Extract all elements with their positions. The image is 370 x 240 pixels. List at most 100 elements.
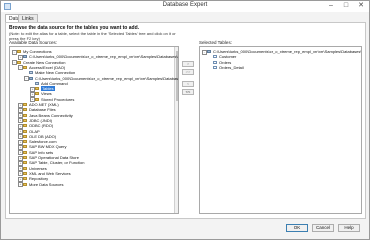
tree-item[interactable]: Orders_Detail xyxy=(208,65,358,70)
folder-icon xyxy=(23,145,27,149)
tree-item[interactable]: + OLAP xyxy=(18,129,168,134)
tree-item[interactable]: + ODBC (RDO) xyxy=(18,123,168,129)
table-icon xyxy=(213,60,217,64)
db-icon xyxy=(207,50,211,53)
folder-icon xyxy=(17,60,21,64)
folder-icon xyxy=(23,113,27,117)
add-table-button[interactable]: > xyxy=(182,61,194,67)
folder-icon xyxy=(23,182,27,186)
tree-item-label: Customer xyxy=(219,54,237,60)
folder-icon xyxy=(23,171,27,175)
folder-icon xyxy=(23,177,27,181)
data-tab-panel: Browse the data source for the tables yo… xyxy=(5,22,366,219)
folder-icon xyxy=(23,124,27,128)
available-tree-scrollbar[interactable] xyxy=(174,47,178,213)
close-icon[interactable]: ✕ xyxy=(354,1,368,11)
folder-icon xyxy=(17,50,21,53)
tree-item[interactable]: + XML and Web Services xyxy=(18,170,168,177)
tree-item[interactable]: + Salesforce.com xyxy=(18,139,168,145)
tree-item-label: Make New Connection xyxy=(35,70,76,76)
tree-item[interactable]: − C:\Users\turks_000\Documents\cr_o_xtrem… xyxy=(202,49,361,55)
folder-icon xyxy=(35,92,39,96)
cmd-icon xyxy=(35,81,39,85)
tree-item[interactable]: Customer xyxy=(208,54,358,59)
tree-item-label: C:\Users\turks_000\Documents\cr_o_xtreme… xyxy=(29,54,179,60)
tree-item[interactable]: + Repository xyxy=(18,176,168,182)
cmd-icon xyxy=(29,71,33,75)
tree-item[interactable]: + OLE DB (ADO) xyxy=(18,133,168,140)
tree-item-label: SAP Table, Cluster, or Function xyxy=(29,160,85,166)
folder-icon xyxy=(23,166,27,170)
tree-item[interactable]: Orders xyxy=(208,60,358,65)
folder-icon xyxy=(23,140,27,144)
tree-item[interactable]: + C:\Users\turks_000\Documents\cr_o_xtrem… xyxy=(18,54,178,60)
tree-item[interactable]: + Java Beans Connectivity xyxy=(18,112,168,119)
tree-item[interactable]: − C:\Users\turks_000\Documents\cr_o_xtrem… xyxy=(24,76,178,81)
tree-item[interactable]: + Stored Procedures xyxy=(30,96,178,103)
tree-item[interactable]: − Access/Excel (DAO) xyxy=(18,64,168,71)
tree-item-label: Access/Excel (DAO) xyxy=(29,64,66,70)
selected-tables-tree[interactable]: − C:\Users\turks_000\Documents\cr_o_xtrem… xyxy=(199,46,362,214)
tree-item-label: Orders_Detail xyxy=(219,64,244,70)
tree-item-label: C:\Users\turks_000\Documents\cr_o_xtreme… xyxy=(35,75,179,81)
folder-icon xyxy=(23,103,27,106)
tree-item-label: Stored Procedures xyxy=(41,96,75,102)
tree-item[interactable]: − Create New Connection xyxy=(12,60,162,66)
folder-icon xyxy=(23,134,27,138)
tree-item[interactable]: + SAP Operational Data Store xyxy=(18,155,168,161)
tree-item-label: Salesforce.com xyxy=(29,139,57,145)
tree-item-label: SAP Info sets xyxy=(29,149,54,155)
tree-item-label: Universes xyxy=(29,165,47,171)
tree-item[interactable]: + ADO.NET (XML) xyxy=(18,102,168,108)
tree-item-label: Java Beans Connectivity xyxy=(29,112,73,118)
maximize-icon[interactable]: □ xyxy=(339,1,353,11)
tree-item-label: My Connections xyxy=(23,49,52,54)
tree-item[interactable]: + JDBC (JNDI) xyxy=(18,117,168,124)
tree-item[interactable]: + Views xyxy=(30,91,178,97)
db-icon xyxy=(23,55,27,59)
tab-links[interactable]: Links xyxy=(18,14,38,22)
folder-icon xyxy=(23,150,27,154)
tree-item[interactable]: + SAP Table, Cluster, or Function xyxy=(18,160,168,166)
tree-item[interactable]: Add Command xyxy=(30,81,178,86)
help-button[interactable]: Help xyxy=(338,224,360,232)
ok-button[interactable]: OK xyxy=(286,224,308,232)
folder-icon xyxy=(35,97,39,101)
tree-item-label: Orders xyxy=(219,59,232,65)
tree-item[interactable]: + SAP BW MDX Query xyxy=(18,144,168,150)
folder-icon xyxy=(23,156,27,159)
selected-tables-label: Selected Tables: xyxy=(199,40,232,45)
tree-item[interactable]: Make New Connection xyxy=(24,70,174,75)
tree-item[interactable]: + More Data Sources xyxy=(18,182,168,187)
tree-item[interactable]: + SAP Info sets xyxy=(18,149,168,156)
tree-item[interactable]: + Database Files xyxy=(18,107,168,113)
tree-item-label: C:\Users\turks_000\Documents\cr_o_xtreme… xyxy=(213,49,362,54)
tree-item-label: Database Files xyxy=(29,107,56,113)
available-sources-tree[interactable]: − My Connections + C:\Users\turks_000\Docum… xyxy=(9,46,179,214)
folder-icon xyxy=(23,108,27,112)
tree-item[interactable]: − My Connections xyxy=(12,49,162,55)
tree-item-label: SAP Operational Data Store xyxy=(29,155,79,160)
remove-all-button[interactable]: << xyxy=(182,89,194,95)
folder-icon xyxy=(23,161,27,165)
window-title: Database Expert xyxy=(162,2,208,8)
tree-item[interactable]: + Tables xyxy=(30,86,178,92)
tree-item-label: Tables xyxy=(41,86,55,92)
available-sources-label: Available Data Sources: xyxy=(9,40,57,45)
title-bar: Database Expert – □ ✕ xyxy=(1,1,369,12)
tree-item-label: OLAP xyxy=(29,128,40,134)
tree-item-label: XML and Web Services xyxy=(29,170,71,176)
remove-table-button[interactable]: < xyxy=(182,81,194,87)
folder-icon xyxy=(23,65,27,69)
tree-item-label: ADO.NET (XML) xyxy=(29,102,59,107)
table-icon xyxy=(213,55,217,59)
cancel-button[interactable]: Cancel xyxy=(312,224,334,232)
tree-item[interactable]: + Universes xyxy=(18,165,168,172)
tree-item-label: OLE DB (ADO) xyxy=(29,133,57,139)
add-all-button[interactable]: >> xyxy=(182,69,194,75)
tree-item-label: Views xyxy=(41,91,52,97)
minimize-icon[interactable]: – xyxy=(324,1,338,11)
tree-item-label: ODBC (RDO) xyxy=(29,123,54,129)
tree-item-label: JDBC (JNDI) xyxy=(29,117,53,123)
folder-icon xyxy=(23,129,27,133)
